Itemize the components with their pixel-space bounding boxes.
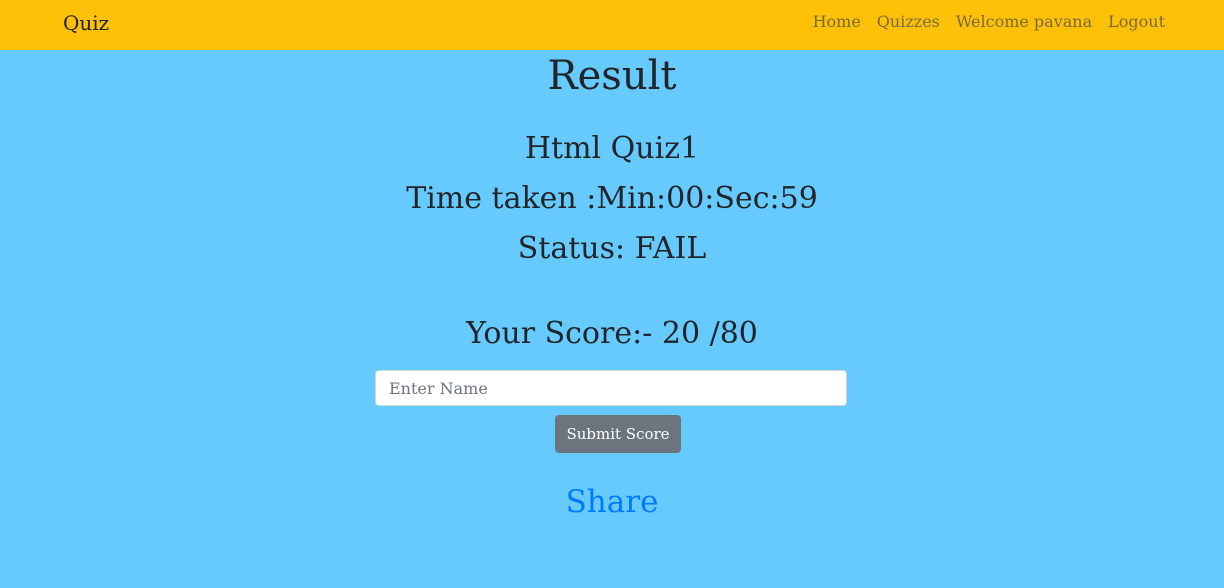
time-taken: Time taken :Min:00:Sec:59 <box>406 181 818 216</box>
quiz-name: Html Quiz1 <box>524 131 700 166</box>
page-title: Result <box>547 53 677 99</box>
nav-item-quizzes[interactable]: Quizzes <box>877 12 940 32</box>
score-text: Your Score:- 20 /80 <box>466 316 758 351</box>
nav-item-welcome-user[interactable]: Welcome pavana <box>956 12 1092 32</box>
brand-link[interactable]: Quiz <box>63 10 109 36</box>
nav-item-logout[interactable]: Logout <box>1108 12 1165 32</box>
nav-item-home[interactable]: Home <box>813 12 861 32</box>
share-link[interactable]: Share <box>0 482 1224 522</box>
navbar: Quiz Home Quizzes Welcome pavana Logout <box>0 0 1224 50</box>
nav-menu: Home Quizzes Welcome pavana Logout <box>813 12 1165 32</box>
status-text: Status: FAIL <box>517 231 707 266</box>
name-input[interactable] <box>375 370 847 406</box>
submit-score-button[interactable]: Submit Score <box>555 415 681 453</box>
